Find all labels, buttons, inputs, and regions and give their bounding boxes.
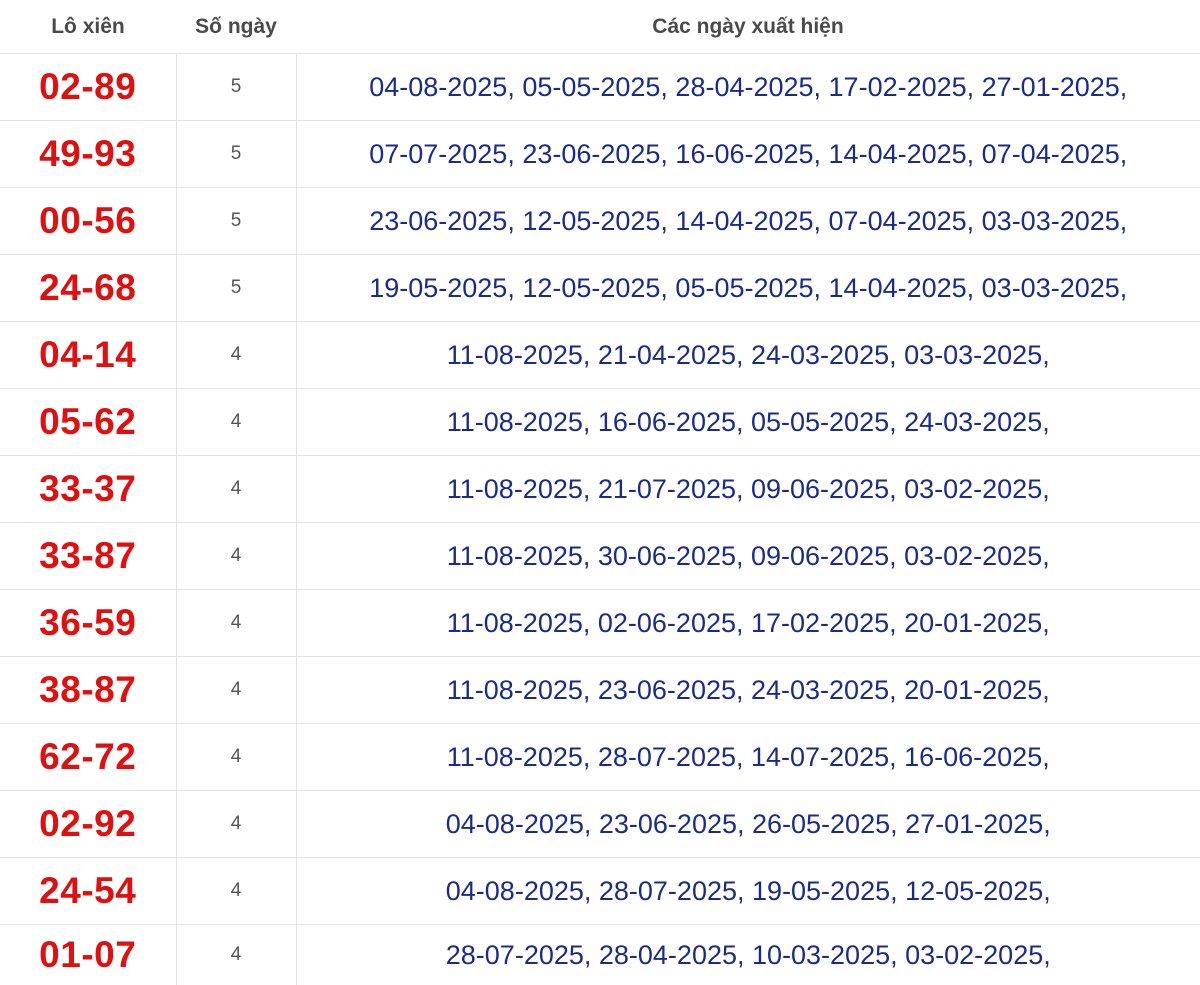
table-row: 00-56523-06-2025, 12-05-2025, 14-04-2025…	[0, 188, 1200, 255]
dates-cell: 11-08-2025, 23-06-2025, 24-03-2025, 20-0…	[296, 657, 1200, 724]
dates-cell: 04-08-2025, 05-05-2025, 28-04-2025, 17-0…	[296, 54, 1200, 121]
days-cell: 4	[176, 456, 296, 523]
pair-cell: 02-92	[0, 791, 176, 858]
dates-cell: 11-08-2025, 21-04-2025, 24-03-2025, 03-0…	[296, 322, 1200, 389]
days-cell: 4	[176, 858, 296, 925]
days-cell: 5	[176, 255, 296, 322]
days-cell: 4	[176, 657, 296, 724]
days-cell: 5	[176, 188, 296, 255]
header-pair: Lô xiên	[0, 0, 176, 54]
days-cell: 4	[176, 389, 296, 456]
table-row: 24-68519-05-2025, 12-05-2025, 05-05-2025…	[0, 255, 1200, 322]
pair-cell: 02-89	[0, 54, 176, 121]
table-row: 01-07428-07-2025, 28-04-2025, 10-03-2025…	[0, 925, 1200, 985]
pair-cell: 24-54	[0, 858, 176, 925]
days-cell: 5	[176, 121, 296, 188]
dates-cell: 04-08-2025, 23-06-2025, 26-05-2025, 27-0…	[296, 791, 1200, 858]
days-cell: 4	[176, 925, 296, 985]
pair-cell: 33-87	[0, 523, 176, 590]
days-cell: 4	[176, 590, 296, 657]
dates-cell: 11-08-2025, 16-06-2025, 05-05-2025, 24-0…	[296, 389, 1200, 456]
dates-cell: 19-05-2025, 12-05-2025, 05-05-2025, 14-0…	[296, 255, 1200, 322]
table-row: 33-37411-08-2025, 21-07-2025, 09-06-2025…	[0, 456, 1200, 523]
table-row: 05-62411-08-2025, 16-06-2025, 05-05-2025…	[0, 389, 1200, 456]
pair-cell: 49-93	[0, 121, 176, 188]
table-header: Lô xiên Số ngày Các ngày xuất hiện	[0, 0, 1200, 54]
dates-cell: 11-08-2025, 21-07-2025, 09-06-2025, 03-0…	[296, 456, 1200, 523]
pair-cell: 24-68	[0, 255, 176, 322]
dates-cell: 04-08-2025, 28-07-2025, 19-05-2025, 12-0…	[296, 858, 1200, 925]
pair-cell: 38-87	[0, 657, 176, 724]
table-row: 02-92404-08-2025, 23-06-2025, 26-05-2025…	[0, 791, 1200, 858]
days-cell: 4	[176, 724, 296, 791]
table-row: 38-87411-08-2025, 23-06-2025, 24-03-2025…	[0, 657, 1200, 724]
pair-cell: 01-07	[0, 925, 176, 985]
header-days: Số ngày	[176, 0, 296, 54]
pair-cell: 00-56	[0, 188, 176, 255]
table-row: 49-93507-07-2025, 23-06-2025, 16-06-2025…	[0, 121, 1200, 188]
dates-cell: 11-08-2025, 30-06-2025, 09-06-2025, 03-0…	[296, 523, 1200, 590]
table-row: 02-89504-08-2025, 05-05-2025, 28-04-2025…	[0, 54, 1200, 121]
table-body: 02-89504-08-2025, 05-05-2025, 28-04-2025…	[0, 54, 1200, 985]
header-row: Lô xiên Số ngày Các ngày xuất hiện	[0, 0, 1200, 54]
pair-cell: 33-37	[0, 456, 176, 523]
dates-cell: 07-07-2025, 23-06-2025, 16-06-2025, 14-0…	[296, 121, 1200, 188]
days-cell: 4	[176, 322, 296, 389]
dates-cell: 28-07-2025, 28-04-2025, 10-03-2025, 03-0…	[296, 925, 1200, 985]
days-cell: 4	[176, 791, 296, 858]
days-cell: 4	[176, 523, 296, 590]
dates-cell: 23-06-2025, 12-05-2025, 14-04-2025, 07-0…	[296, 188, 1200, 255]
days-cell: 5	[176, 54, 296, 121]
dates-cell: 11-08-2025, 28-07-2025, 14-07-2025, 16-0…	[296, 724, 1200, 791]
pair-cell: 04-14	[0, 322, 176, 389]
table-row: 33-87411-08-2025, 30-06-2025, 09-06-2025…	[0, 523, 1200, 590]
pair-cell: 36-59	[0, 590, 176, 657]
table-row: 24-54404-08-2025, 28-07-2025, 19-05-2025…	[0, 858, 1200, 925]
table-row: 62-72411-08-2025, 28-07-2025, 14-07-2025…	[0, 724, 1200, 791]
header-dates: Các ngày xuất hiện	[296, 0, 1200, 54]
table-row: 04-14411-08-2025, 21-04-2025, 24-03-2025…	[0, 322, 1200, 389]
table-row: 36-59411-08-2025, 02-06-2025, 17-02-2025…	[0, 590, 1200, 657]
dates-cell: 11-08-2025, 02-06-2025, 17-02-2025, 20-0…	[296, 590, 1200, 657]
lo-xien-table: Lô xiên Số ngày Các ngày xuất hiện 02-89…	[0, 0, 1200, 985]
pair-cell: 05-62	[0, 389, 176, 456]
pair-cell: 62-72	[0, 724, 176, 791]
